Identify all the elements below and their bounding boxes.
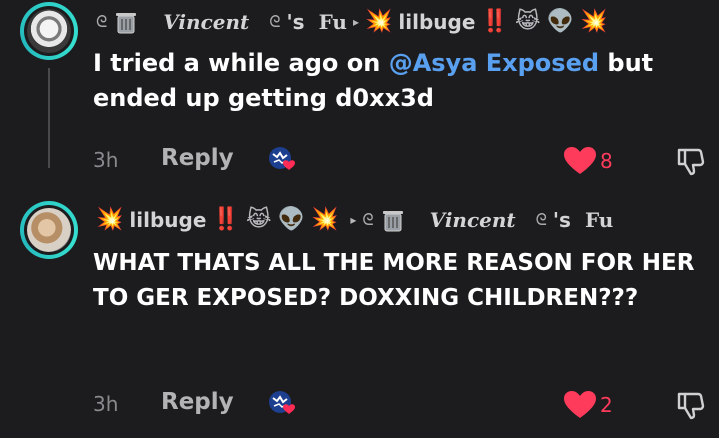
caret-right-icon: ▸ [352,15,359,29]
like-count: 8 [600,149,613,173]
reply-to-username[interactable]: lilbuge [398,10,475,34]
hook-icon: ᘓ [96,12,108,31]
timestamp: 3h [93,148,119,172]
heart-icon[interactable] [563,146,597,180]
timestamp: 3h [93,392,119,416]
comment-header[interactable]: ᘓ Vincent ᘓ 's Fu ▸ 💥 lilbuge ‼️ 😹 👽 💥 [96,4,607,40]
mention-link[interactable]: @Asya Exposed [389,49,599,77]
boom-emoji: 💥 [310,207,339,232]
avatar[interactable] [20,2,78,60]
laugh-emoji: 😹 [514,9,541,34]
reply-sticker-icon[interactable] [265,142,303,180]
heart-icon[interactable] [563,390,597,424]
reply-button[interactable]: Reply [161,145,234,171]
username-part1[interactable]: Vincent [163,10,249,34]
reply-to-part1[interactable]: Vincent [430,208,516,232]
comment-footer: 3h Reply 2 [93,386,719,426]
comment-header[interactable]: 💥 lilbuge ‼️ 😹 👽 💥 ▸ ᘓ Vincent ᘓ 's Fu [96,202,613,238]
comment-text-part: I tried a while ago on [93,49,389,77]
reply-to-part3[interactable]: Fu [585,208,613,232]
trash-can-icon [380,207,406,233]
exclaim-emoji: ‼️ [481,9,509,34]
hook-icon: ᘓ [535,210,547,229]
thumbs-down-icon[interactable] [675,146,707,182]
comment-text: I tried a while ago on @Asya Exposed but… [93,46,719,116]
caret-right-icon: ▸ [350,213,357,227]
boom-emoji: 💥 [579,9,608,34]
comment-footer: 3h Reply 8 [93,142,719,182]
comment-2: 💥 lilbuge ‼️ 😹 👽 💥 ▸ ᘓ Vincent ᘓ 's Fu W… [0,190,719,438]
avatar[interactable] [20,201,78,259]
comment-text: WHAT THATS ALL THE MORE REASON FOR HER T… [93,250,695,311]
reply-button[interactable]: Reply [161,389,234,415]
alien-emoji: 👽 [546,9,574,34]
reply-sticker-icon[interactable] [265,386,303,424]
like-count: 2 [600,393,613,417]
username[interactable]: lilbuge [129,208,206,232]
thumbs-down-icon[interactable] [675,390,707,426]
username-part3[interactable]: Fu [319,10,347,34]
trash-can-icon [113,9,139,35]
hook-icon: ᘓ [362,210,374,229]
hook-icon: ᘓ [269,12,281,31]
boom-emoji: 💥 [364,9,393,34]
reply-to-part2[interactable]: 's [553,208,571,232]
thread-line [48,68,50,168]
boom-emoji: 💥 [96,207,124,232]
exclaim-emoji: ‼️ [212,207,240,232]
alien-emoji: 👽 [277,207,305,232]
comment-1: ᘓ Vincent ᘓ 's Fu ▸ 💥 lilbuge ‼️ 😹 👽 💥 I… [0,0,719,200]
username-part2[interactable]: 's [287,10,305,34]
laugh-emoji: 😹 [245,207,272,232]
